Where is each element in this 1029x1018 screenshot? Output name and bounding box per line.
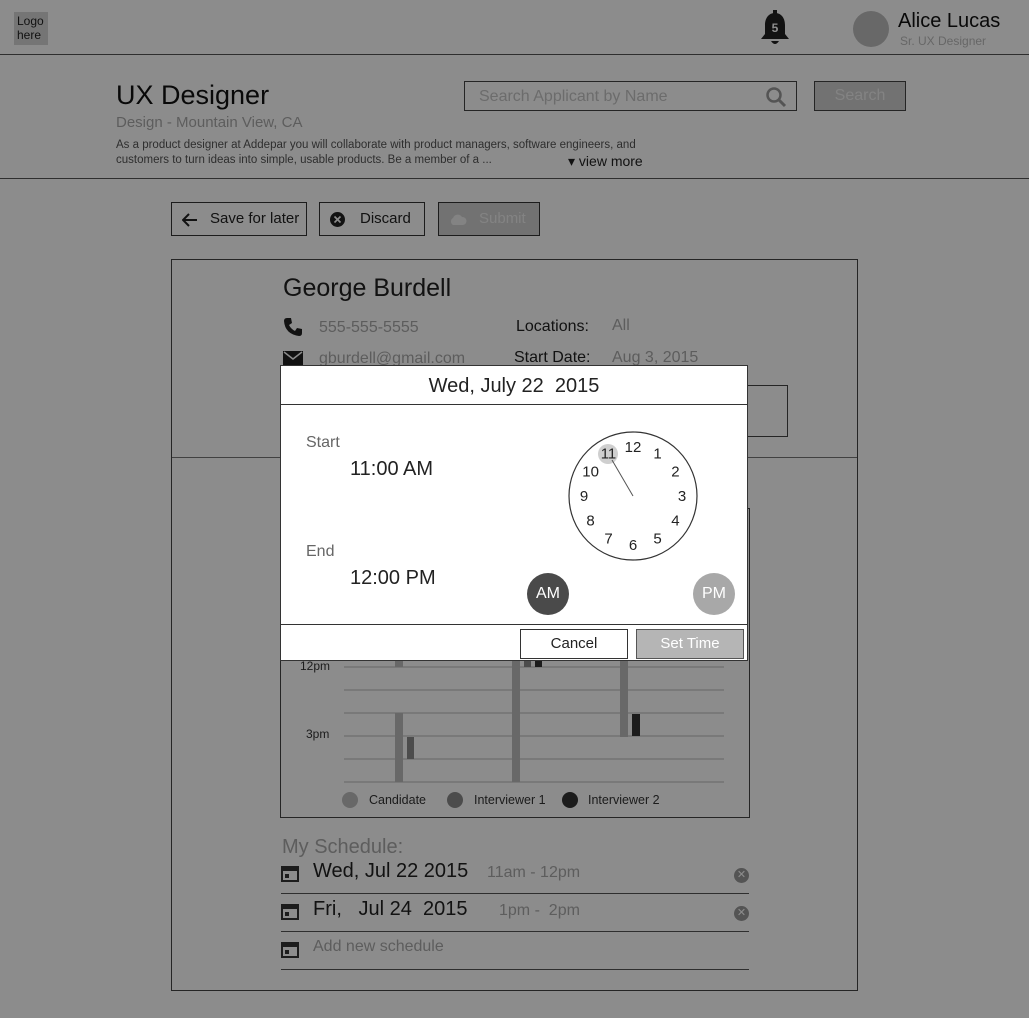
clock-hour-3[interactable]: 3 [678, 488, 686, 505]
pm-button[interactable]: PM [693, 573, 735, 615]
clock-hour-8[interactable]: 8 [586, 513, 594, 530]
set-time-button[interactable]: Set Time [636, 629, 744, 659]
clock-hour-5[interactable]: 5 [653, 530, 661, 547]
clock-hour-11[interactable]: 11 [601, 446, 617, 463]
divider [281, 624, 747, 625]
end-time[interactable]: 12:00 PM [350, 567, 436, 590]
start-label: Start [306, 434, 340, 451]
clock-hour-7[interactable]: 7 [604, 530, 612, 547]
clock-hour-6[interactable]: 6 [629, 537, 637, 554]
clock-hour-9[interactable]: 9 [580, 488, 588, 505]
clock-hour-1[interactable]: 1 [653, 446, 661, 463]
clock-face[interactable]: 12 12 3 45678 9 1011 [567, 430, 699, 562]
dialog-date-title: Wed, July 22 2015 [281, 366, 747, 405]
cancel-button[interactable]: Cancel [520, 629, 628, 659]
time-picker-dialog: Wed, July 22 2015 Start 11:00 AM End 12:… [280, 365, 748, 661]
am-button[interactable]: AM [527, 573, 569, 615]
clock-hour-2[interactable]: 2 [671, 464, 679, 481]
end-label: End [306, 543, 335, 560]
clock-hour-12[interactable]: 12 [625, 439, 642, 456]
clock-hour-10[interactable]: 10 [582, 464, 599, 481]
start-time[interactable]: 11:00 AM [350, 458, 433, 481]
clock-hour-4[interactable]: 4 [671, 513, 679, 530]
